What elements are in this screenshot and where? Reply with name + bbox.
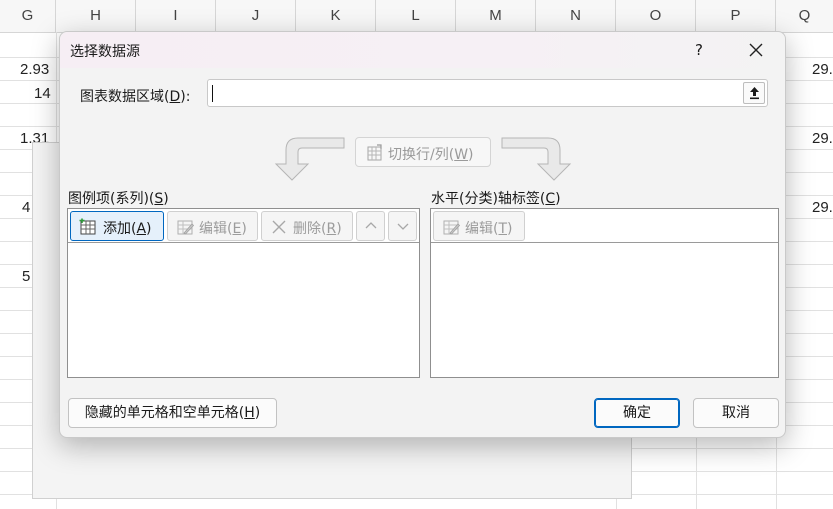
delete-icon (272, 220, 286, 234)
cancel-button[interactable]: 取消 (693, 398, 779, 428)
axis-labels-list[interactable] (431, 243, 778, 377)
chevron-down-icon (397, 223, 409, 230)
close-button[interactable] (736, 36, 776, 64)
column-header-h[interactable]: H (56, 0, 136, 32)
left-curved-arrow-icon (274, 137, 345, 181)
edit-table-icon (177, 220, 194, 235)
edit-axis-labels-button[interactable]: 编辑(T) (433, 211, 525, 241)
add-series-button[interactable]: 添加(A) (70, 211, 164, 241)
chart-data-range-input[interactable] (207, 79, 768, 107)
delete-series-button[interactable]: 删除(R) (261, 211, 353, 241)
edit-series-button[interactable]: 编辑(E) (167, 211, 258, 241)
cell-value[interactable]: 2.93 (20, 61, 49, 78)
column-header-q[interactable]: Q (776, 0, 833, 32)
column-header-g[interactable]: G (0, 0, 56, 32)
column-header-m[interactable]: M (456, 0, 536, 32)
column-header-l[interactable]: L (376, 0, 456, 32)
right-curved-arrow-icon (501, 137, 572, 181)
legend-series-list[interactable] (68, 243, 419, 377)
help-button[interactable]: ? (682, 38, 716, 62)
switch-row-column-button[interactable]: 切换行/列(W) (355, 137, 491, 167)
delete-series-label: 删除(R) (293, 221, 342, 237)
chart-data-range-label: 图表数据区域(D): (80, 89, 191, 105)
cell-value[interactable]: 29. (812, 130, 833, 147)
column-header-p[interactable]: P (696, 0, 776, 32)
chevron-up-icon (365, 222, 377, 229)
select-data-source-dialog: 选择数据源 ? 图表数据区域(D): 切换行/列(W) 图例项(系列)(S) 添… (59, 31, 786, 438)
ok-button[interactable]: 确定 (594, 398, 680, 428)
collapse-dialog-button[interactable] (743, 82, 765, 104)
legend-entries-label: 图例项(系列)(S) (68, 191, 169, 207)
text-caret (212, 85, 213, 102)
column-header-k[interactable]: K (296, 0, 376, 32)
column-header-o[interactable]: O (616, 0, 696, 32)
edit-axis-labels-label: 编辑(T) (465, 221, 513, 237)
cell-value[interactable]: 4 (22, 199, 30, 216)
axis-labels-panel: 编辑(T) (430, 208, 779, 378)
switch-row-column-label: 切换行/列(W) (388, 147, 474, 163)
legend-entries-panel: 添加(A) 编辑(E) 删除(R) (67, 208, 420, 378)
dialog-titlebar[interactable]: 选择数据源 ? (60, 32, 785, 68)
cell-value[interactable]: 14 (34, 85, 51, 102)
edit-series-label: 编辑(E) (199, 221, 247, 237)
cell-value[interactable]: 5 (22, 268, 30, 285)
cell-value[interactable]: 29. (812, 61, 833, 78)
column-header-j[interactable]: J (216, 0, 296, 32)
move-up-button[interactable] (356, 211, 385, 241)
axis-labels-label: 水平(分类)轴标签(C) (431, 191, 561, 207)
switch-row-column-icon (367, 144, 382, 161)
add-table-icon (79, 218, 96, 235)
column-header-n[interactable]: N (536, 0, 616, 32)
cell-value[interactable]: 29. (812, 199, 833, 216)
move-down-button[interactable] (388, 211, 417, 241)
close-icon (749, 43, 763, 57)
collapse-dialog-icon (750, 87, 759, 100)
dialog-title: 选择数据源 (70, 44, 140, 60)
edit-table-icon (443, 220, 460, 235)
add-series-label: 添加(A) (103, 221, 152, 237)
hidden-and-empty-cells-button[interactable]: 隐藏的单元格和空单元格(H) (68, 398, 277, 428)
column-header-i[interactable]: I (136, 0, 216, 32)
